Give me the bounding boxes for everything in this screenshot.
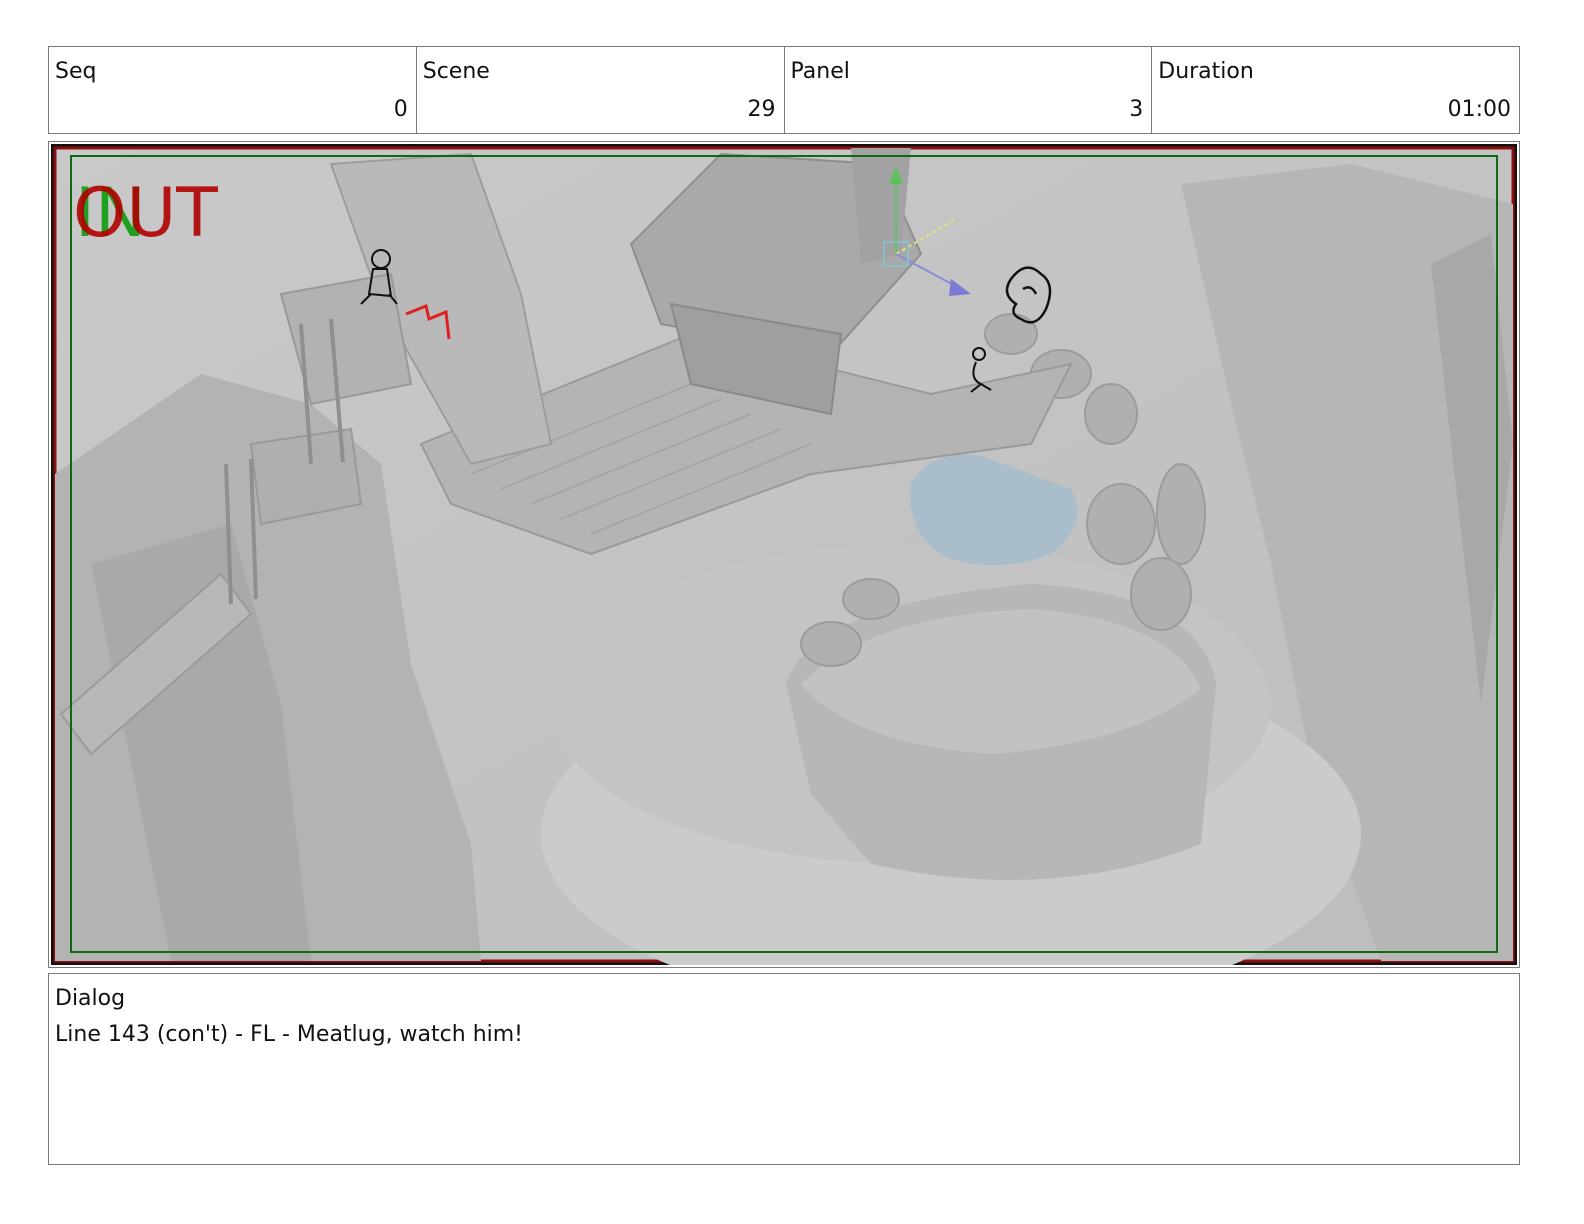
duration-label: Duration [1158,59,1254,84]
panel-value: 3 [1129,97,1144,122]
scene-label: Scene [422,59,490,84]
seq-value: 0 [393,97,408,122]
panel-cell: Panel 3 [785,47,1153,133]
panel-artwork: IN OUT [51,144,1517,965]
out-marker: OUT [73,174,218,253]
panel-header: Seq 0 Scene 29 Panel 3 Duration 01:00 [48,46,1520,134]
dialog-text: Line 143 (con't) - FL - Meatlug, watch h… [55,1022,523,1047]
scene-cell: Scene 29 [417,47,785,133]
seq-cell: Seq 0 [49,47,417,133]
duration-value: 01:00 [1447,97,1511,122]
panel-label: Panel [790,59,850,84]
dialog-label: Dialog [55,986,126,1011]
dialog-box: Dialog Line 143 (con't) - FL - Meatlug, … [48,973,1520,1165]
duration-cell: Duration 01:00 [1152,47,1519,133]
scene-value: 29 [747,97,776,122]
seq-label: Seq [55,59,97,84]
storyboard-panel: IN OUT [48,141,1520,968]
